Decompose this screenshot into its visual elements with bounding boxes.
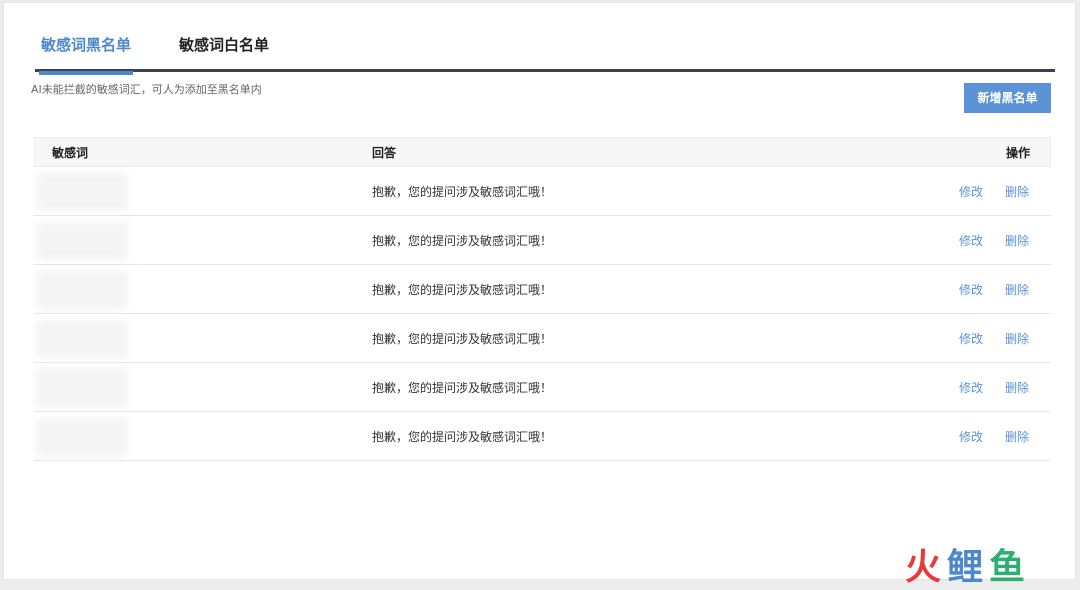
add-blacklist-button[interactable]: 新增黑名单 [964,83,1051,113]
table-row: 抱歉，您的提问涉及敏感词汇哦！ 修改 删除 [34,265,1051,314]
delete-link[interactable]: 删除 [1005,167,1029,217]
sensitive-word-cell [36,222,128,260]
delete-link[interactable]: 删除 [1005,314,1029,364]
tab-whitelist[interactable]: 敏感词白名单 [179,33,269,72]
table-body: 抱歉，您的提问涉及敏感词汇哦！ 修改 删除 抱歉，您的提问涉及敏感词汇哦！ 修改 删除 抱歉… [34,167,1051,461]
header-answer: 回答 [372,146,397,160]
edit-link[interactable]: 修改 [959,216,983,266]
delete-link[interactable]: 删除 [1005,216,1029,266]
answer-cell: 抱歉，您的提问涉及敏感词汇哦！ [372,185,553,199]
sensitive-word-cell [36,320,128,358]
blacklist-table: 敏感词 回答 操作 抱歉，您的提问涉及敏感词汇哦！ 修改 删除 抱歉，您的提问涉及敏感… [34,137,1051,461]
sensitive-word-cell [36,173,128,211]
table-row: 抱歉，您的提问涉及敏感词汇哦！ 修改 删除 [34,412,1051,461]
header-actions: 操作 [1006,146,1031,160]
table-row: 抱歉，您的提问涉及敏感词汇哦！ 修改 删除 [34,363,1051,412]
delete-link[interactable]: 删除 [1005,363,1029,413]
watermark-logo: 火鲤鱼 [905,538,1031,590]
watermark-char: 火 [905,547,948,588]
edit-link[interactable]: 修改 [959,314,983,364]
watermark-char: 鱼 [989,547,1032,588]
answer-cell: 抱歉，您的提问涉及敏感词汇哦！ [372,283,553,297]
header-word: 敏感词 [52,146,89,160]
delete-link[interactable]: 删除 [1005,265,1029,315]
delete-link[interactable]: 删除 [1005,412,1029,462]
table-header: 敏感词 回答 操作 [34,137,1051,167]
answer-cell: 抱歉，您的提问涉及敏感词汇哦！ [372,381,553,395]
table-row: 抱歉，您的提问涉及敏感词汇哦！ 修改 删除 [34,167,1051,216]
table-row: 抱歉，您的提问涉及敏感词汇哦！ 修改 删除 [34,216,1051,265]
edit-link[interactable]: 修改 [959,412,983,462]
edit-link[interactable]: 修改 [959,363,983,413]
edit-link[interactable]: 修改 [959,167,983,217]
tab-blacklist[interactable]: 敏感词黑名单 [38,33,134,75]
hint-text: AI未能拦截的敏感词汇，可人为添加至黑名单内 [31,83,262,96]
tab-bar: 敏感词黑名单 敏感词白名单 [35,33,1055,75]
sensitive-word-cell [36,369,128,407]
edit-link[interactable]: 修改 [959,265,983,315]
answer-cell: 抱歉，您的提问涉及敏感词汇哦！ [372,234,553,248]
answer-cell: 抱歉，您的提问涉及敏感词汇哦！ [372,332,553,346]
answer-cell: 抱歉，您的提问涉及敏感词汇哦！ [372,430,553,444]
table-row: 抱歉，您的提问涉及敏感词汇哦！ 修改 删除 [34,314,1051,363]
watermark-char: 鲤 [947,547,990,588]
sensitive-word-cell [36,418,128,456]
sensitive-word-cell [36,271,128,309]
